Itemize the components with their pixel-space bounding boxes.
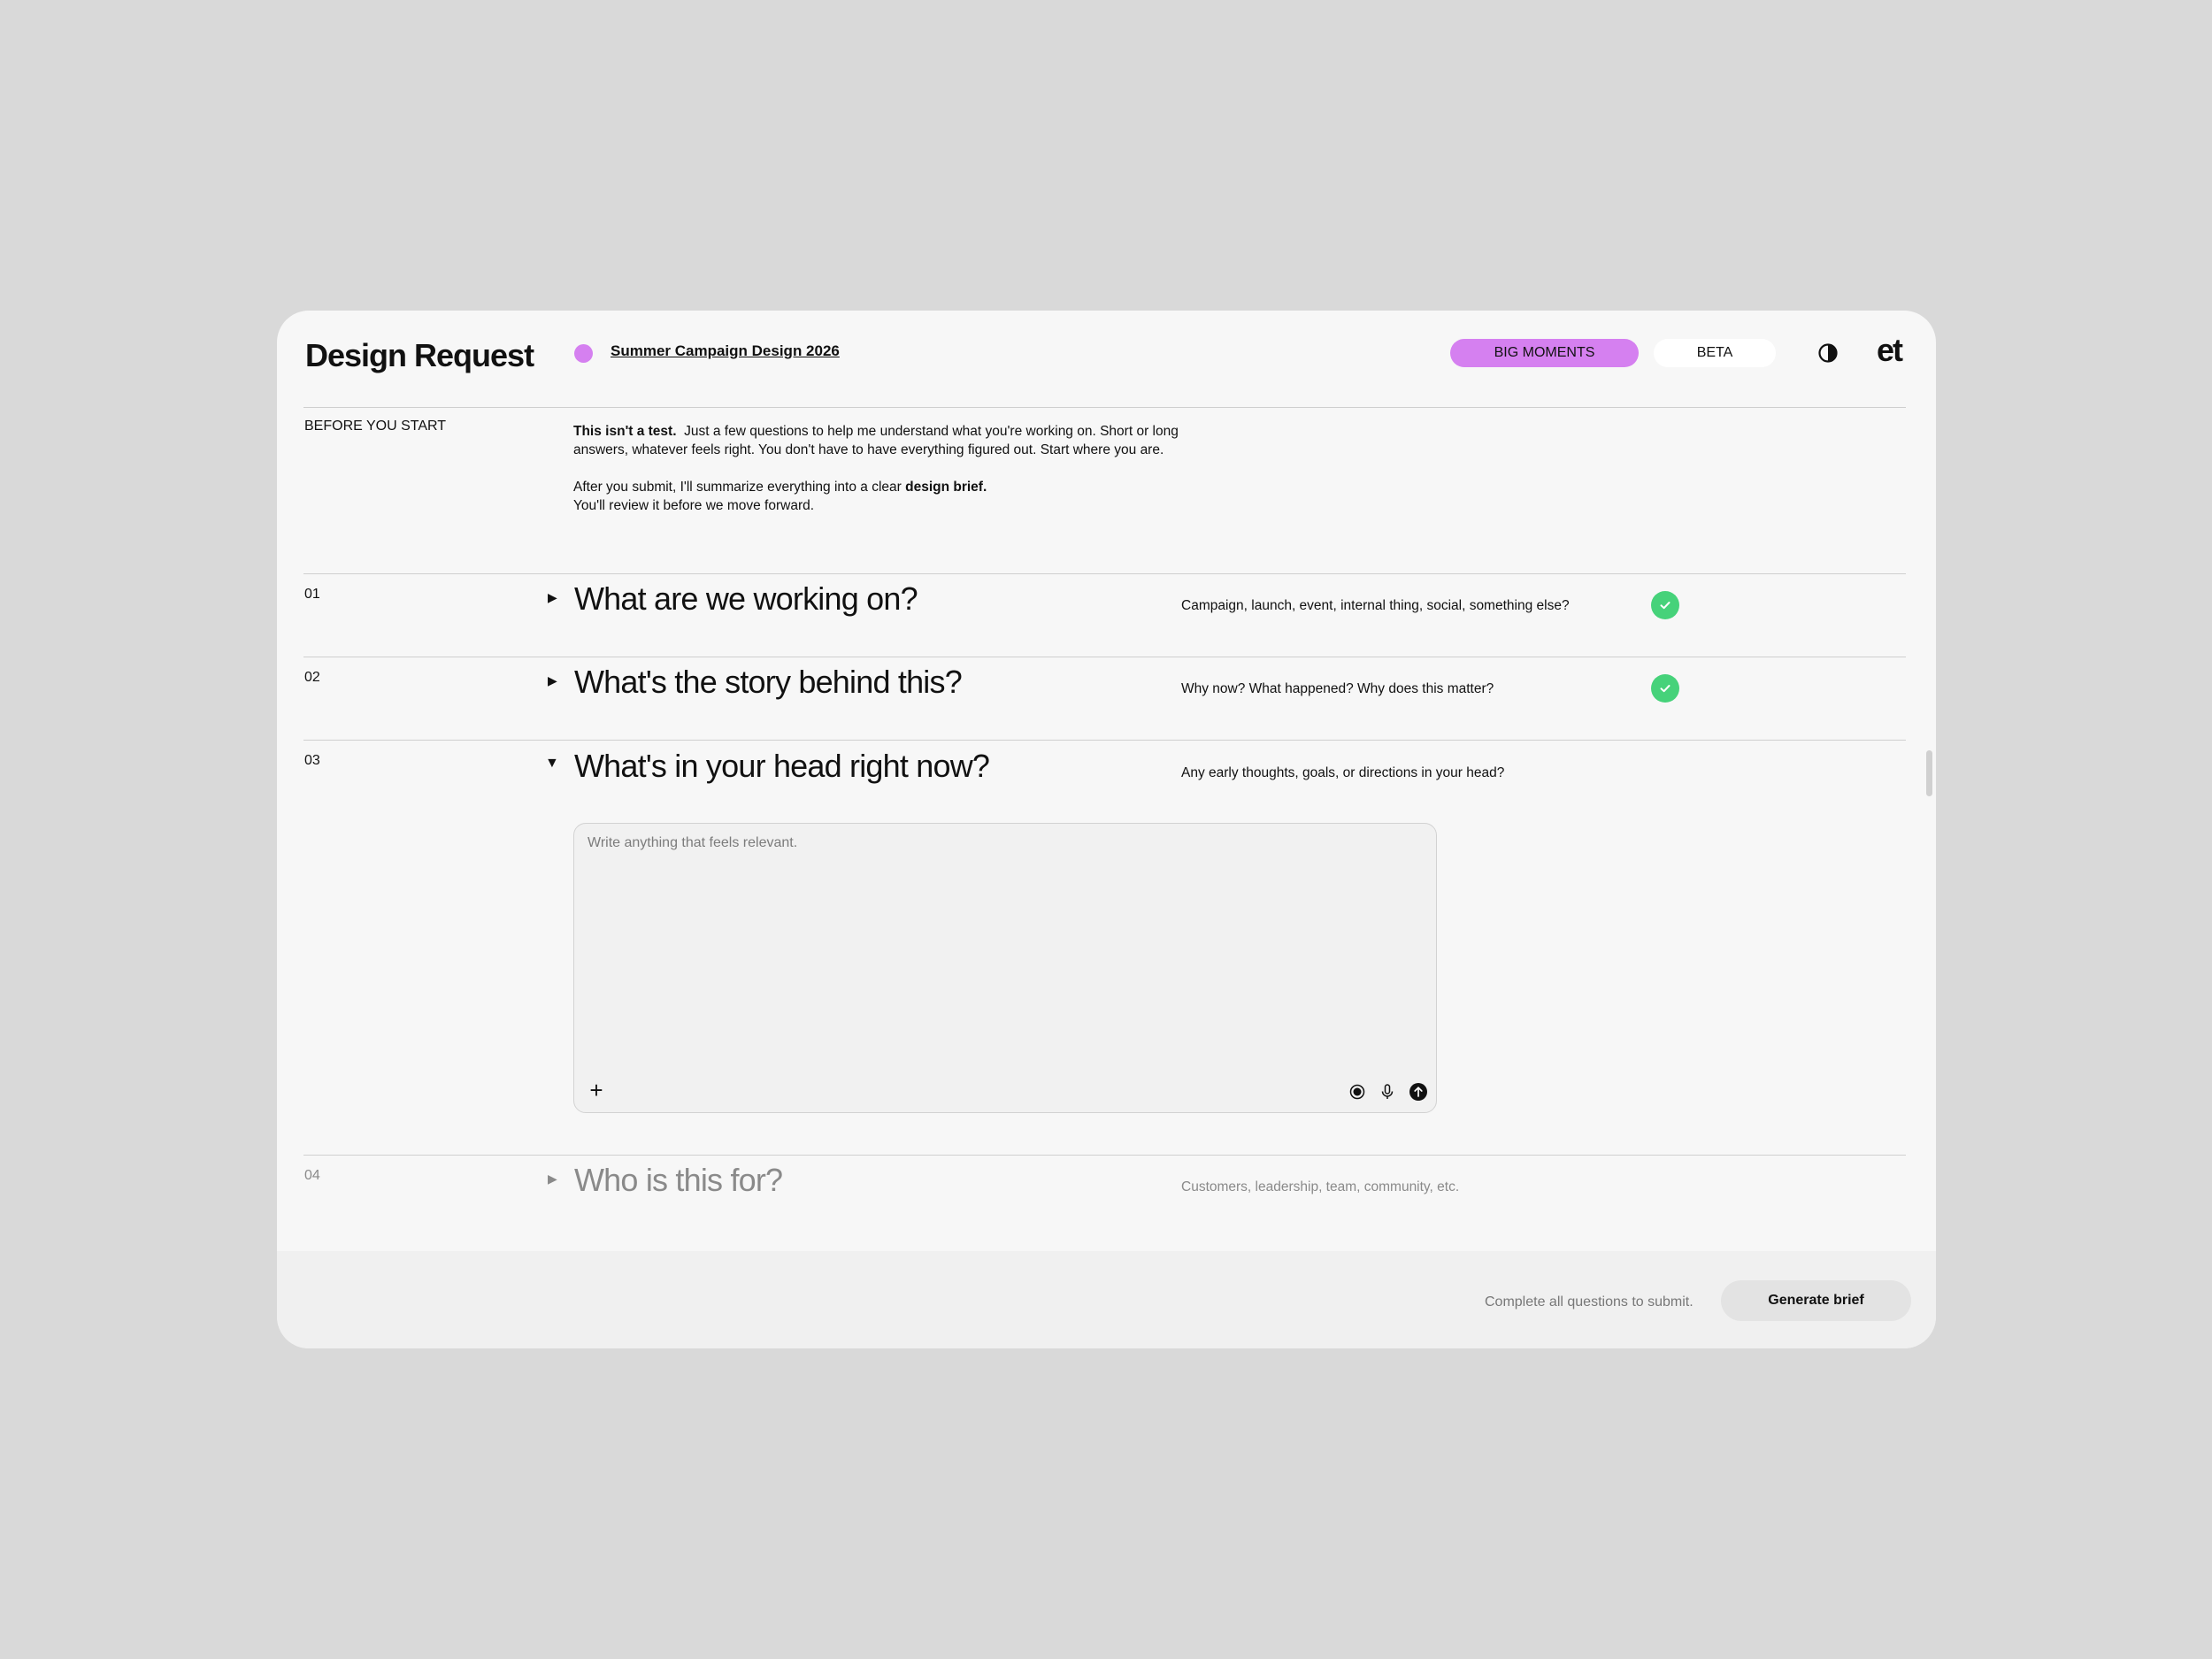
intro-paragraph-1: This isn't a test. Just a few questions … [573, 422, 1228, 459]
project-status-dot [574, 344, 593, 363]
question-number: 01 [304, 587, 320, 602]
expand-triangle-icon[interactable]: ▶ [548, 1171, 557, 1187]
answer-composer: + [573, 823, 1437, 1113]
check-circle-icon [1651, 674, 1679, 703]
app-title: Design Request [305, 337, 534, 373]
answer-input[interactable] [588, 835, 1419, 1056]
record-icon[interactable] [1348, 1083, 1366, 1101]
question-hint: Campaign, launch, event, internal thing,… [1181, 598, 1570, 613]
check-circle-icon [1651, 591, 1679, 619]
expand-triangle-icon[interactable]: ▶ [548, 590, 557, 605]
section-label-before-you-start: BEFORE YOU START [304, 419, 447, 434]
header-divider [303, 407, 1906, 408]
tag-big-moments[interactable]: BIG MOMENTS [1450, 339, 1639, 367]
intro-text: This isn't a test. Just a few questions … [573, 422, 1228, 534]
question-title[interactable]: Who is this for? [574, 1162, 783, 1199]
contrast-icon[interactable] [1817, 342, 1839, 364]
microphone-icon[interactable] [1379, 1083, 1396, 1101]
question-hint: Customers, leadership, team, community, … [1181, 1179, 1460, 1194]
question-title[interactable]: What's in your head right now? [574, 748, 990, 785]
intro-summary-text: After you submit, I'll summarize everyth… [573, 480, 902, 495]
submit-requirement-note: Complete all questions to submit. [1485, 1294, 1694, 1310]
collapse-triangle-icon[interactable]: ▼ [545, 756, 559, 772]
generate-brief-button[interactable]: Generate brief [1721, 1280, 1911, 1321]
brand-logo[interactable]: et [1877, 332, 1903, 369]
intro-paragraph-2: After you submit, I'll summarize everyth… [573, 478, 1228, 515]
footer-bar: Complete all questions to submit. Genera… [277, 1251, 1936, 1348]
expand-triangle-icon[interactable]: ▶ [548, 673, 557, 688]
scrollbar-thumb[interactable] [1926, 750, 1932, 796]
tag-beta[interactable]: BETA [1654, 339, 1776, 367]
row-divider [303, 740, 1906, 741]
intro-design-brief: design brief. [905, 480, 987, 495]
question-number: 03 [304, 753, 320, 768]
intro-emphasis: This isn't a test. [573, 424, 677, 439]
design-request-card: Design Request Summer Campaign Design 20… [277, 311, 1936, 1348]
intro-review-text: You'll review it before we move forward. [573, 498, 815, 513]
question-hint: Any early thoughts, goals, or directions… [1181, 765, 1505, 780]
row-divider [303, 573, 1906, 574]
project-link[interactable]: Summer Campaign Design 2026 [611, 342, 840, 360]
question-title[interactable]: What are we working on? [574, 580, 918, 618]
question-number: 02 [304, 670, 320, 685]
plus-icon[interactable]: + [587, 1079, 606, 1102]
question-title[interactable]: What's the story behind this? [574, 664, 963, 701]
question-hint: Why now? What happened? Why does this ma… [1181, 681, 1494, 696]
send-arrow-icon[interactable] [1409, 1083, 1427, 1101]
question-number: 04 [304, 1168, 320, 1183]
row-divider [303, 1155, 1906, 1156]
